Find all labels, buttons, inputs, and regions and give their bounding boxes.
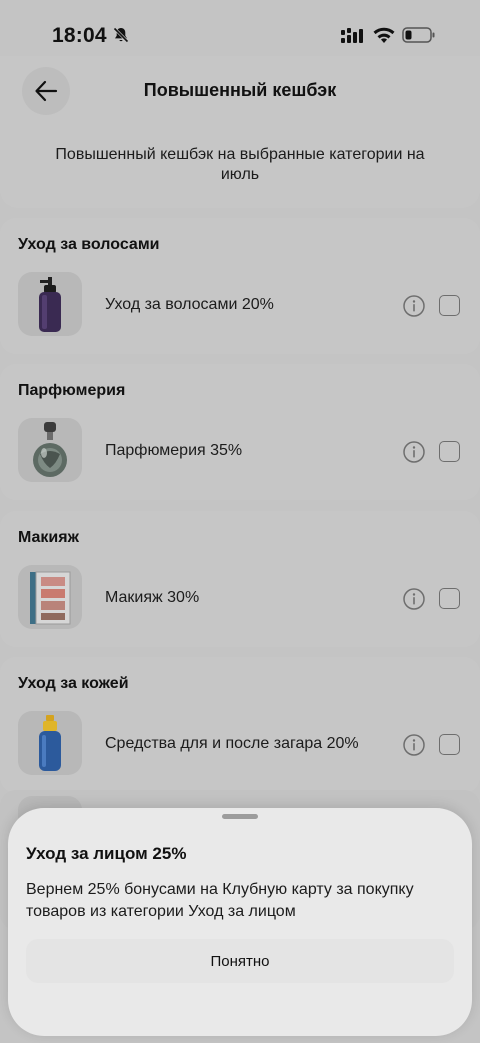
- sunscreen-bottle-icon: [39, 715, 61, 771]
- category-checkbox[interactable]: [439, 734, 460, 755]
- category-card-makeup: Макияж Макияж 30%: [0, 511, 480, 647]
- category-thumbnail: [18, 418, 82, 482]
- category-thumbnail: [18, 565, 82, 629]
- info-icon[interactable]: [403, 441, 425, 463]
- bell-muted-icon: [113, 27, 129, 43]
- info-icon[interactable]: [403, 588, 425, 610]
- category-thumbnail: [18, 272, 82, 336]
- page-subtitle: Повышенный кешбэк на выбранные категории…: [55, 146, 425, 183]
- category-item-label[interactable]: Средства для и после загара 20%: [105, 735, 359, 753]
- category-checkbox[interactable]: [439, 441, 460, 462]
- eyeshadow-palette-icon: [30, 571, 71, 625]
- category-title: Парфюмерия: [18, 382, 126, 399]
- battery-icon: [402, 27, 435, 43]
- category-card-perfume: Парфюмерия Парфюмерия 35%: [0, 364, 480, 500]
- category-item-label[interactable]: Уход за волосами 20%: [105, 296, 274, 314]
- status-time: 18:04: [52, 24, 107, 47]
- category-checkbox[interactable]: [439, 295, 460, 316]
- info-bottom-sheet: Уход за лицом 25% Вернем 25% бонусами на…: [8, 808, 472, 1036]
- category-title: Макияж: [18, 529, 79, 546]
- page-title: Повышенный кешбэк: [143, 80, 337, 100]
- category-item-label[interactable]: Парфюмерия 35%: [105, 442, 242, 460]
- cellular-signal-icon: [341, 28, 363, 43]
- info-icon[interactable]: [403, 295, 425, 317]
- perfume-bottle-icon: [33, 422, 67, 477]
- page-header: Повышенный кешбэк Повышенный кешбэк на в…: [0, 56, 480, 208]
- category-card-skincare: Уход за кожей Средства для и после загар…: [0, 657, 480, 793]
- category-item-label[interactable]: Макияж 30%: [105, 589, 199, 607]
- wifi-icon: [373, 27, 395, 43]
- ok-button[interactable]: Понятно: [26, 939, 454, 983]
- category-title: Уход за кожей: [18, 675, 129, 692]
- category-card-hair: Уход за волосами Уход за волосами 20%: [0, 218, 480, 354]
- shampoo-bottle-icon: [39, 277, 61, 332]
- sheet-description: Вернем 25% бонусами на Клубную карту за …: [26, 881, 414, 920]
- info-icon[interactable]: [403, 734, 425, 756]
- sheet-title: Уход за лицом 25%: [26, 844, 187, 863]
- category-title: Уход за волосами: [18, 236, 160, 253]
- category-checkbox[interactable]: [439, 588, 460, 609]
- screen: 18:04 Повышенный кешбэк Повышенный кешбэ…: [0, 0, 480, 1043]
- sheet-grabber[interactable]: [222, 814, 258, 819]
- category-thumbnail: [18, 711, 82, 775]
